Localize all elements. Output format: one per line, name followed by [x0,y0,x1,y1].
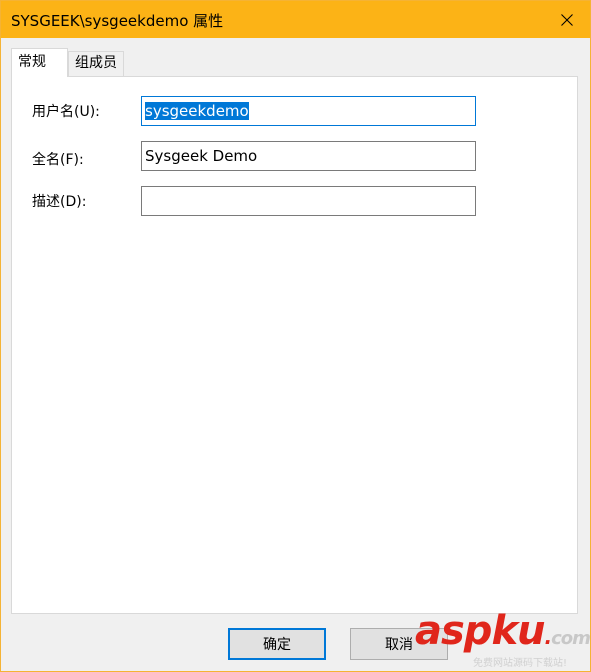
username-value: sysgeekdemo [145,102,249,120]
cancel-button-label: 取消 [385,637,413,653]
tab-member-of-label: 组成员 [75,55,117,71]
tab-general-label: 常规 [18,54,46,70]
username-label: 用户名(U): [32,104,100,120]
username-input[interactable]: sysgeekdemo [141,96,476,126]
general-panel: 用户名(U): sysgeekdemo 全名(F): Sysgeek Demo … [11,76,578,614]
fullname-value: Sysgeek Demo [145,147,258,165]
properties-window: SYSGEEK\sysgeekdemo 属性 常规 组成员 用户名(U): sy… [0,0,591,672]
title-bar[interactable]: SYSGEEK\sysgeekdemo 属性 [1,1,590,38]
ok-button[interactable]: 确定 [228,628,326,660]
close-button[interactable] [544,1,590,38]
ok-button-label: 确定 [263,637,291,653]
window-title: SYSGEEK\sysgeekdemo 属性 [11,12,224,30]
close-icon [561,13,573,26]
description-input[interactable] [141,186,476,216]
tab-member-of[interactable]: 组成员 [68,51,124,77]
fullname-label: 全名(F): [32,152,84,168]
fullname-input[interactable]: Sysgeek Demo [141,141,476,171]
tab-general[interactable]: 常规 [11,48,68,77]
description-label: 描述(D): [32,194,87,210]
cancel-button[interactable]: 取消 [350,628,448,660]
